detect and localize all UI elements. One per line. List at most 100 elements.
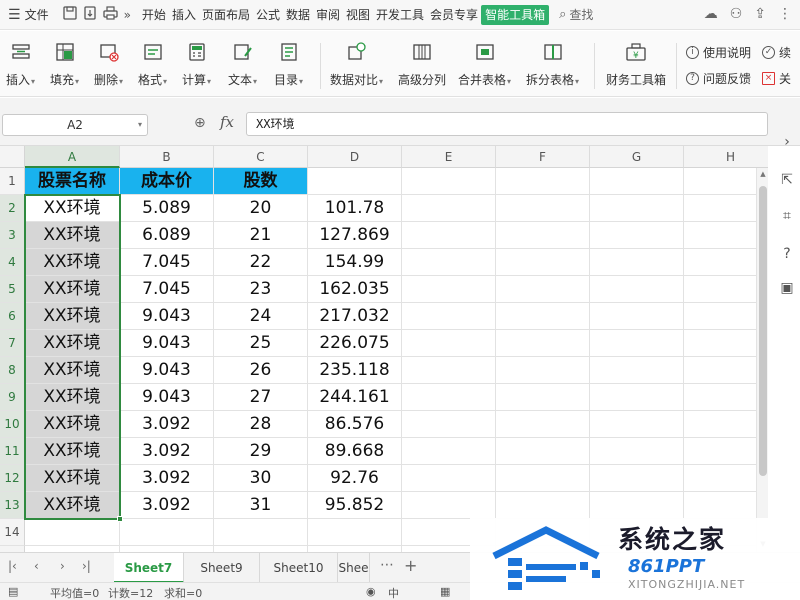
zoom-formula-icon[interactable]: ⊕ xyxy=(194,115,206,131)
table-cell-b4[interactable]: 7.045 xyxy=(120,249,214,276)
tab-home[interactable]: 开始 xyxy=(139,5,169,25)
table-cell-a3[interactable]: XX环境 xyxy=(25,222,120,249)
share-icon[interactable]: ⇪ xyxy=(754,6,766,22)
table-cell-d5[interactable]: 162.035 xyxy=(308,276,402,303)
cell-g2[interactable] xyxy=(590,195,684,222)
split-tables-button[interactable]: 拆分表格▾ xyxy=(526,41,579,88)
table-cell-a8[interactable]: XX环境 xyxy=(25,357,120,384)
export-icon[interactable] xyxy=(83,5,97,24)
table-cell-d6[interactable]: 217.032 xyxy=(308,303,402,330)
fill-button[interactable]: 填充▾ xyxy=(50,41,79,88)
renew-button[interactable]: ✓ 续 xyxy=(762,44,791,61)
collaborate-icon[interactable]: ⚇ xyxy=(730,6,743,22)
cell-f3[interactable] xyxy=(496,222,590,249)
cell-e4[interactable] xyxy=(402,249,496,276)
table-cell-d8[interactable]: 235.118 xyxy=(308,357,402,384)
normal-view-icon[interactable]: ▦ xyxy=(440,585,450,598)
cell-f5[interactable] xyxy=(496,276,590,303)
format-brush-icon[interactable]: ⌗ xyxy=(778,208,796,226)
cell-c14[interactable] xyxy=(214,519,308,546)
fill-handle[interactable] xyxy=(117,516,123,522)
column-header-c[interactable]: C xyxy=(214,146,308,168)
collapse-panel-icon[interactable]: › xyxy=(778,134,796,152)
save-icon[interactable] xyxy=(62,5,77,24)
table-cell-c8[interactable]: 26 xyxy=(214,357,308,384)
table-cell-b3[interactable]: 6.089 xyxy=(120,222,214,249)
cell-e6[interactable] xyxy=(402,303,496,330)
tab-data[interactable]: 数据 xyxy=(283,5,313,25)
sheet-tab-truncated[interactable]: Shee xyxy=(338,553,370,583)
row-header-13[interactable]: 13 xyxy=(0,492,25,519)
row-header-12[interactable]: 12 xyxy=(0,465,25,492)
table-cell-a7[interactable]: XX环境 xyxy=(25,330,120,357)
calculate-button[interactable]: 计算▾ xyxy=(182,41,211,88)
cell-f9[interactable] xyxy=(496,384,590,411)
next-sheet-icon[interactable]: › xyxy=(60,559,65,573)
tab-insert[interactable]: 插入 xyxy=(169,5,199,25)
row-header-9[interactable]: 9 xyxy=(0,384,25,411)
row-header-4[interactable]: 4 xyxy=(0,249,25,276)
row-header-7[interactable]: 7 xyxy=(0,330,25,357)
table-cell-b6[interactable]: 9.043 xyxy=(120,303,214,330)
cloud-icon[interactable]: ☁ xyxy=(704,6,718,22)
insert-button[interactable]: 插入▾ xyxy=(6,41,35,88)
cell-f1[interactable] xyxy=(496,168,590,195)
table-cell-c6[interactable]: 24 xyxy=(214,303,308,330)
cell-b14[interactable] xyxy=(120,519,214,546)
row-header-2[interactable]: 2 xyxy=(0,195,25,222)
table-cell-d9[interactable]: 244.161 xyxy=(308,384,402,411)
table-cell-a4[interactable]: XX环境 xyxy=(25,249,120,276)
cell-e5[interactable] xyxy=(402,276,496,303)
cell-g4[interactable] xyxy=(590,249,684,276)
tab-review[interactable]: 审阅 xyxy=(313,5,343,25)
name-box[interactable]: A2 ▾ xyxy=(2,114,148,136)
table-cell-c9[interactable]: 27 xyxy=(214,384,308,411)
advanced-split-button[interactable]: 高级分列 xyxy=(398,41,446,88)
tab-developer[interactable]: 开发工具 xyxy=(373,5,427,25)
table-cell-a9[interactable]: XX环境 xyxy=(25,384,120,411)
table-cell-a5[interactable]: XX环境 xyxy=(25,276,120,303)
cell-g12[interactable] xyxy=(590,465,684,492)
row-header-10[interactable]: 10 xyxy=(0,411,25,438)
table-cell-d2[interactable]: 101.78 xyxy=(308,195,402,222)
table-cell-a13[interactable]: XX环境 xyxy=(25,492,120,519)
cell-e8[interactable] xyxy=(402,357,496,384)
eye-protection-icon[interactable]: ◉ xyxy=(366,585,376,598)
tab-page-layout[interactable]: 页面布局 xyxy=(199,5,253,25)
search-button[interactable]: ⌕ 查找 xyxy=(559,6,593,23)
cell-e10[interactable] xyxy=(402,411,496,438)
table-cell-b10[interactable]: 3.092 xyxy=(120,411,214,438)
cell-f13[interactable] xyxy=(496,492,590,519)
table-cell-a12[interactable]: XX环境 xyxy=(25,465,120,492)
formula-input[interactable]: XX环境 xyxy=(246,112,768,136)
column-header-g[interactable]: G xyxy=(590,146,684,168)
sheet-tab-sheet10[interactable]: Sheet10 xyxy=(260,553,338,583)
table-cell-d12[interactable]: 92.76 xyxy=(308,465,402,492)
table-cell-d11[interactable]: 89.668 xyxy=(308,438,402,465)
table-cell-a2[interactable]: XX环境 xyxy=(25,195,120,222)
cell-e13[interactable] xyxy=(402,492,496,519)
more-options-icon[interactable]: ⋮ xyxy=(778,6,792,22)
table-cell-b7[interactable]: 9.043 xyxy=(120,330,214,357)
cell-e7[interactable] xyxy=(402,330,496,357)
print-icon[interactable] xyxy=(102,5,118,24)
cell-g6[interactable] xyxy=(590,303,684,330)
spreadsheet-grid[interactable]: ABCDEFGH123456789101112131415股票名称成本价股数XX… xyxy=(0,146,768,552)
cell-d14[interactable] xyxy=(308,519,402,546)
tab-member[interactable]: 会员专享 xyxy=(427,5,481,25)
tab-view[interactable]: 视图 xyxy=(343,5,373,25)
cell-e12[interactable] xyxy=(402,465,496,492)
cell-d1[interactable] xyxy=(308,168,402,195)
cell-e9[interactable] xyxy=(402,384,496,411)
table-cell-c7[interactable]: 25 xyxy=(214,330,308,357)
cell-f10[interactable] xyxy=(496,411,590,438)
finance-toolbox-button[interactable]: ¥ 财务工具箱 xyxy=(606,41,666,88)
column-header-d[interactable]: D xyxy=(308,146,402,168)
table-cell-c4[interactable]: 22 xyxy=(214,249,308,276)
format-button[interactable]: 格式▾ xyxy=(138,41,167,88)
table-cell-c11[interactable]: 29 xyxy=(214,438,308,465)
delete-button[interactable]: 删除▾ xyxy=(94,41,123,88)
table-cell-d3[interactable]: 127.869 xyxy=(308,222,402,249)
first-sheet-icon[interactable]: |‹ xyxy=(8,559,17,573)
feedback-button[interactable]: ? 问题反馈 xyxy=(686,70,751,87)
